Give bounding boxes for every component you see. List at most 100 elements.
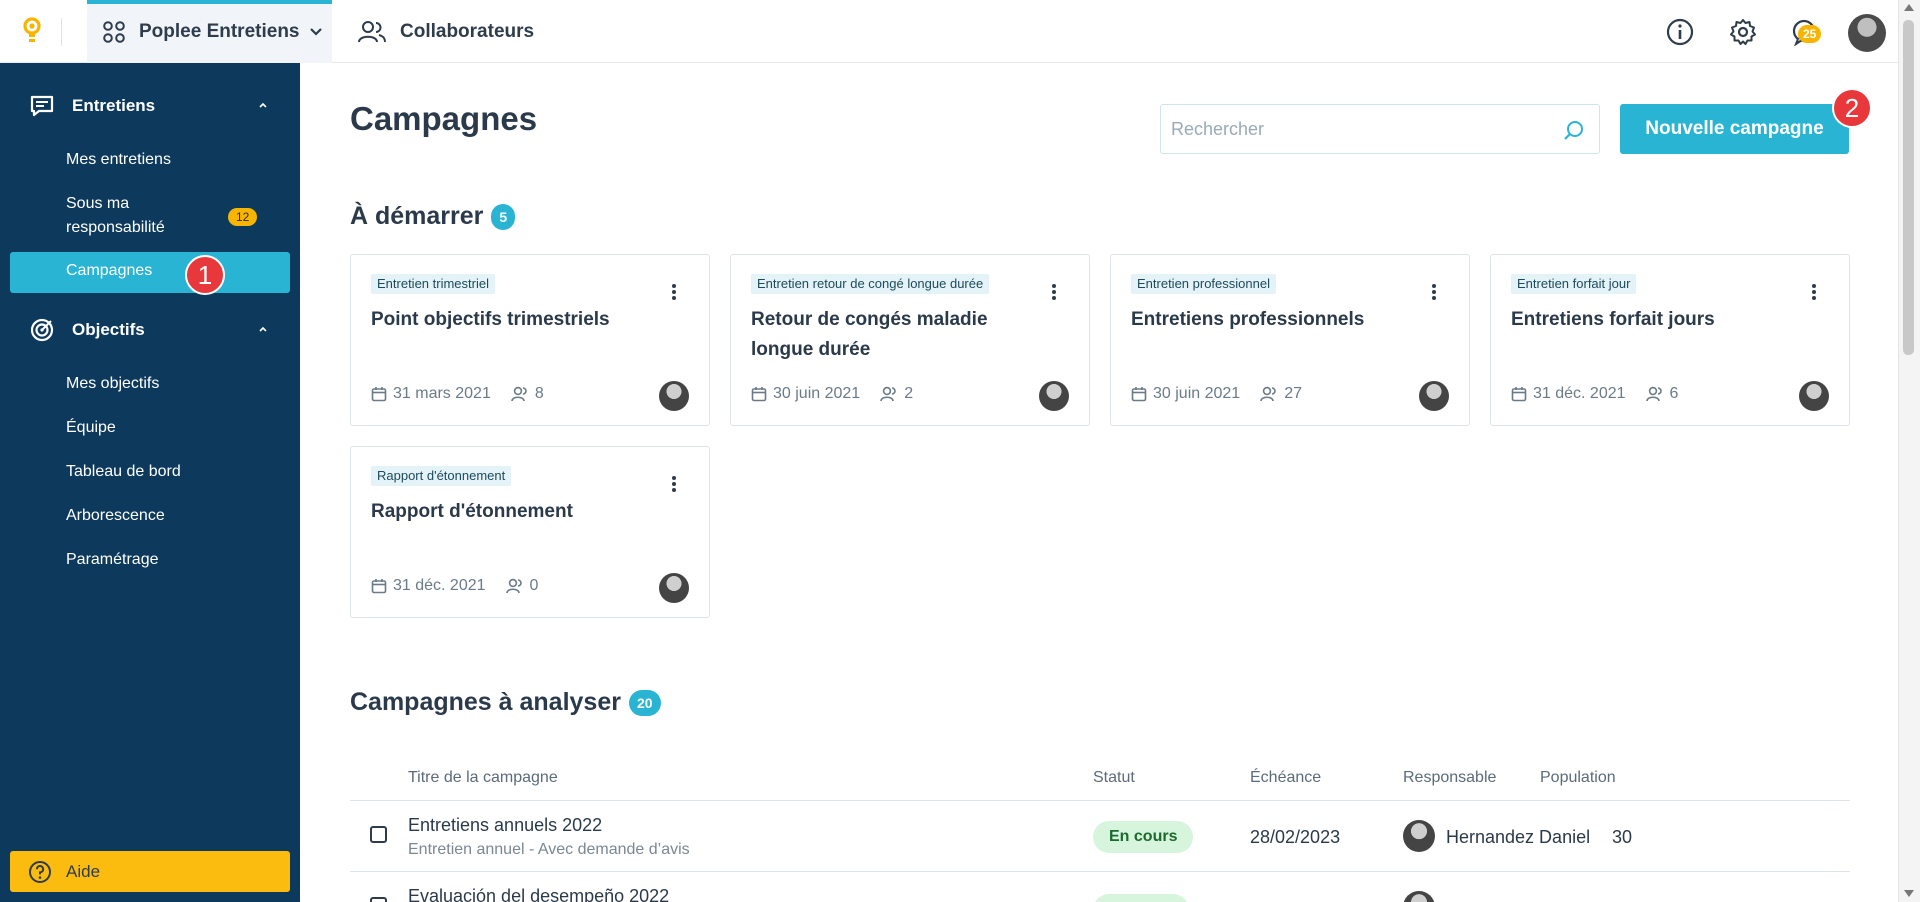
kebab-icon[interactable] (671, 283, 677, 301)
sidebar: Entretiens Mes entretiens Sous ma respon… (0, 63, 300, 902)
campaign-title[interactable]: Entretiens forfait jours (1511, 305, 1811, 335)
help-button[interactable]: Aide (10, 851, 290, 892)
campaign-card[interactable]: Entretien forfait jour Entretiens forfai… (1490, 254, 1850, 426)
gear-icon[interactable] (1729, 18, 1757, 46)
column-header-title[interactable]: Titre de la campagne (408, 769, 558, 787)
row-due-date: 28/02/2023 (1250, 827, 1341, 847)
avatar (659, 573, 689, 603)
sidebar-item-tableau-de-bord[interactable]: Tableau de bord (66, 460, 181, 484)
campaign-card[interactable]: Entretien professionnel Entretiens profe… (1110, 254, 1470, 426)
campaign-meta: 31 mars 2021 8 (371, 385, 544, 403)
avatar (1799, 381, 1829, 411)
column-header-status[interactable]: Statut (1093, 769, 1135, 787)
table-row[interactable]: Evaluación del desempeño 2022 (350, 872, 1850, 902)
sidebar-item-parametrage[interactable]: Paramétrage (66, 548, 159, 572)
campaign-type-tag: Entretien forfait jour (1511, 274, 1637, 294)
row-title[interactable]: Evaluación del desempeño 2022 (408, 886, 669, 902)
user-group-icon (505, 578, 522, 594)
chevron-down-icon (309, 27, 322, 36)
campaign-population: 2 (904, 385, 914, 402)
avatar (1419, 381, 1449, 411)
campaign-title[interactable]: Rapport d'étonnement (371, 497, 671, 527)
campaign-card[interactable]: Entretien trimestriel Point objectifs tr… (350, 254, 710, 426)
campaign-date: 31 déc. 2021 (393, 577, 486, 594)
column-header-population[interactable]: Population (1540, 769, 1616, 787)
caret-up-icon (259, 102, 267, 108)
new-campaign-button[interactable]: Nouvelle campagne (1620, 104, 1849, 154)
step-badge-2: 2 (1832, 88, 1872, 128)
table-row[interactable]: Entretiens annuels 2022 Entretien annuel… (350, 801, 1850, 872)
calendar-icon (371, 387, 387, 402)
caret-up-icon (259, 326, 267, 332)
calendar-icon (751, 387, 767, 402)
campaign-title[interactable]: Point objectifs trimestriels (371, 305, 671, 335)
section-title-text: Campagnes à analyser (350, 688, 621, 716)
campaign-title[interactable]: Retour de congés maladie longue durée (751, 305, 1051, 365)
campaign-population: 27 (1284, 385, 1302, 402)
user-group-icon (511, 386, 527, 402)
sidebar-item-mes-objectifs[interactable]: Mes objectifs (66, 372, 159, 396)
scroll-down-arrow[interactable] (1904, 890, 1914, 897)
app-switcher[interactable]: Poplee Entretiens (87, 0, 332, 63)
avatar (1403, 820, 1435, 852)
user-group-icon (1260, 386, 1276, 402)
bulb-logo-icon[interactable] (20, 16, 44, 46)
scrollbar-thumb[interactable] (1903, 20, 1914, 355)
search-icon[interactable] (1563, 119, 1585, 141)
target-icon (30, 318, 54, 342)
help-label: Aide (66, 861, 101, 881)
campaign-date: 31 mars 2021 (393, 385, 491, 402)
campaign-date: 30 juin 2021 (773, 385, 861, 402)
campaign-type-tag: Entretien trimestriel (371, 274, 495, 294)
campaign-meta: 30 juin 2021 27 (1131, 385, 1302, 403)
avatar (659, 381, 689, 411)
sidebar-item-mes-entretiens[interactable]: Mes entretiens (66, 148, 171, 172)
sidebar-section-entretiens[interactable]: Entretiens (0, 86, 300, 126)
calendar-icon (371, 579, 387, 594)
sidebar-item-count-badge: 12 (228, 208, 258, 226)
to-start-section-title: À démarrer 5 (350, 202, 516, 231)
column-header-due[interactable]: Échéance (1250, 769, 1321, 787)
campaign-type-tag: Entretien professionnel (1131, 274, 1276, 294)
status-badge (1093, 894, 1189, 902)
campaign-meta: 31 déc. 2021 0 (371, 577, 538, 595)
sidebar-item-arborescence[interactable]: Arborescence (66, 504, 165, 528)
kebab-icon[interactable] (1811, 283, 1817, 301)
step-badge-1: 1 (185, 255, 225, 295)
row-checkbox[interactable] (370, 826, 387, 843)
kebab-icon[interactable] (1431, 283, 1437, 301)
sidebar-item-label: Campagnes (66, 262, 153, 279)
search-input[interactable] (1161, 105, 1551, 153)
sidebar-section-label: Objectifs (72, 320, 145, 339)
avatar (1403, 891, 1435, 902)
campaign-population: 6 (1669, 385, 1679, 402)
row-title[interactable]: Entretiens annuels 2022 (408, 815, 602, 836)
user-avatar[interactable] (1848, 14, 1886, 52)
search-box (1160, 104, 1600, 154)
sidebar-item-equipe[interactable]: Équipe (66, 416, 116, 440)
campaign-title[interactable]: Entretiens professionnels (1131, 305, 1431, 335)
comment-icon (30, 95, 54, 117)
section-title-text: À démarrer (350, 202, 484, 230)
info-icon[interactable] (1666, 18, 1694, 46)
sidebar-item-sous-ma-responsabilite[interactable]: Sous ma responsabilité (66, 192, 186, 240)
collaborateurs-label: Collaborateurs (400, 20, 535, 42)
to-analyze-section-title: Campagnes à analyser 20 (350, 688, 661, 717)
kebab-icon[interactable] (1051, 283, 1057, 301)
campaign-date: 30 juin 2021 (1153, 385, 1241, 402)
sidebar-item-campagnes[interactable]: Campagnes (10, 252, 290, 293)
page-title: Campagnes (350, 100, 538, 137)
campaign-card[interactable]: Rapport d'étonnement Rapport d'étonnemen… (350, 446, 710, 618)
campaign-card[interactable]: Entretien retour de congé longue durée R… (730, 254, 1090, 426)
row-checkbox[interactable] (370, 897, 387, 902)
campaign-date: 31 déc. 2021 (1533, 385, 1626, 402)
scroll-up-arrow[interactable] (1904, 4, 1914, 11)
kebab-icon[interactable] (671, 475, 677, 493)
collaborateurs-link[interactable]: Collaborateurs (358, 0, 534, 63)
row-owner: Hernandez Daniel (1446, 827, 1591, 847)
sidebar-section-objectifs[interactable]: Objectifs (0, 310, 300, 350)
help-circle-icon (29, 860, 51, 883)
column-header-owner[interactable]: Responsable (1403, 769, 1496, 787)
sidebar-section-label: Entretiens (72, 96, 156, 115)
notifications-badge: 25 (1798, 25, 1822, 43)
